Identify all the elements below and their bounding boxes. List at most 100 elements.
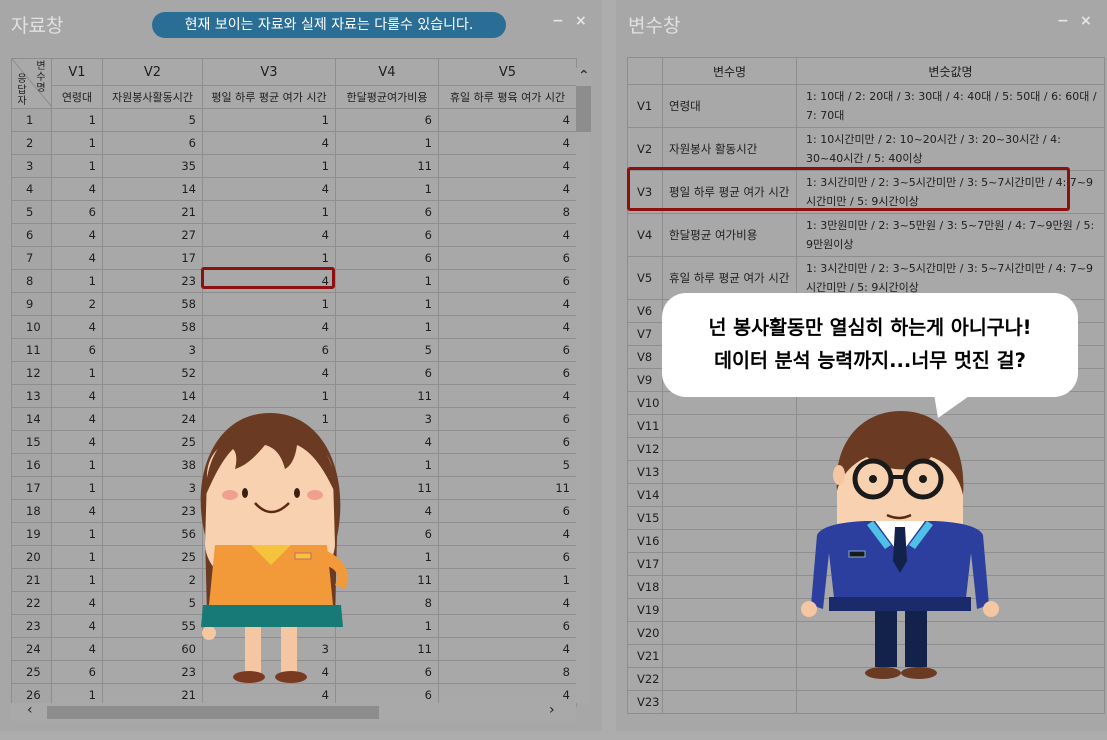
data-cell-v2[interactable]: 6	[102, 131, 203, 155]
variable-name[interactable]: 한달평균 여가비용	[662, 213, 797, 257]
column-header-v4[interactable]: V4	[335, 58, 439, 86]
data-cell-v5[interactable]: 4	[438, 131, 577, 155]
data-cell-v5[interactable]: 6	[438, 614, 577, 638]
variable-name[interactable]	[662, 552, 797, 576]
data-cell-v5[interactable]: 4	[438, 223, 577, 247]
data-cell-v5[interactable]: 4	[438, 292, 577, 316]
data-cell-v4[interactable]: 6	[335, 361, 439, 385]
data-cell-v1[interactable]: 1	[51, 131, 103, 155]
data-cell-v5[interactable]: 4	[438, 154, 577, 178]
variable-name[interactable]	[662, 460, 797, 484]
vertical-scrollbar[interactable]	[576, 68, 591, 703]
scroll-right-arrow-icon[interactable]: ›	[549, 702, 555, 718]
data-cell-v5[interactable]: 6	[438, 430, 577, 454]
data-cell-v5[interactable]: 6	[438, 499, 577, 523]
data-cell-v4[interactable]: 1	[335, 315, 439, 339]
variable-name[interactable]	[662, 621, 797, 645]
data-cell-v1[interactable]: 1	[51, 269, 103, 293]
data-cell-v2[interactable]: 58	[102, 315, 203, 339]
variable-name[interactable]	[662, 598, 797, 622]
horizontal-scroll-thumb[interactable]	[47, 706, 379, 719]
data-cell-v2[interactable]: 52	[102, 361, 203, 385]
horizontal-scrollbar[interactable]: ‹ ›	[11, 702, 576, 721]
variable-name[interactable]	[662, 575, 797, 599]
data-cell-v3[interactable]: 4	[202, 361, 336, 385]
data-cell-v5[interactable]: 4	[438, 384, 577, 408]
data-cell-v4[interactable]: 6	[335, 246, 439, 270]
data-cell-v3[interactable]: 6	[202, 338, 336, 362]
column-header-v1[interactable]: V1	[51, 58, 103, 86]
data-cell-v1[interactable]: 6	[51, 338, 103, 362]
data-cell-v1[interactable]: 1	[51, 361, 103, 385]
data-cell-v1[interactable]: 4	[51, 637, 103, 661]
data-cell-v1[interactable]: 1	[51, 522, 103, 546]
data-cell-v3[interactable]: 4	[202, 223, 336, 247]
data-cell-v1[interactable]: 4	[51, 246, 103, 270]
data-cell-v4[interactable]: 6	[335, 108, 439, 132]
data-cell-v3[interactable]: 1	[202, 292, 336, 316]
data-cell-v5[interactable]: 6	[438, 361, 577, 385]
variable-name[interactable]	[662, 506, 797, 530]
data-cell-v1[interactable]: 6	[51, 200, 103, 224]
data-cell-v2[interactable]: 35	[102, 154, 203, 178]
variable-name[interactable]	[662, 529, 797, 553]
data-cell-v5[interactable]: 11	[438, 476, 577, 500]
data-cell-v1[interactable]: 1	[51, 453, 103, 477]
data-cell-v5[interactable]: 5	[438, 453, 577, 477]
data-cell-v5[interactable]: 4	[438, 108, 577, 132]
data-cell-v5[interactable]: 6	[438, 545, 577, 569]
data-cell-v5[interactable]: 6	[438, 246, 577, 270]
data-cell-v1[interactable]: 1	[51, 154, 103, 178]
data-cell-v2[interactable]: 17	[102, 246, 203, 270]
data-cell-v1[interactable]: 4	[51, 591, 103, 615]
data-cell-v1[interactable]: 6	[51, 660, 103, 684]
close-button[interactable]: ×	[575, 13, 587, 29]
variable-name[interactable]	[662, 437, 797, 461]
data-cell-v4[interactable]: 1	[335, 131, 439, 155]
data-cell-v1[interactable]: 4	[51, 614, 103, 638]
data-cell-v1[interactable]: 4	[51, 430, 103, 454]
data-cell-v1[interactable]: 4	[51, 407, 103, 431]
close-button[interactable]: ×	[1080, 13, 1092, 29]
variable-name[interactable]: 연령대	[662, 84, 797, 128]
data-cell-v2[interactable]: 14	[102, 177, 203, 201]
data-cell-v5[interactable]: 4	[438, 591, 577, 615]
data-cell-v1[interactable]: 1	[51, 568, 103, 592]
data-cell-v2[interactable]: 58	[102, 292, 203, 316]
data-cell-v4[interactable]: 1	[335, 177, 439, 201]
data-cell-v3[interactable]: 4	[202, 315, 336, 339]
data-cell-v2[interactable]: 27	[102, 223, 203, 247]
data-cell-v5[interactable]: 8	[438, 200, 577, 224]
data-cell-v1[interactable]: 1	[51, 545, 103, 569]
value-labels[interactable]: 1: 10시간미만 / 2: 10~20시간 / 3: 20~30시간 / 4:…	[796, 127, 1105, 171]
data-cell-v2[interactable]: 21	[102, 200, 203, 224]
variable-name[interactable]: 자원봉사 활동시간	[662, 127, 797, 171]
data-cell-v3[interactable]: 1	[202, 108, 336, 132]
variable-name[interactable]	[662, 414, 797, 438]
data-cell-v4[interactable]: 6	[335, 200, 439, 224]
data-cell-v5[interactable]: 6	[438, 338, 577, 362]
data-cell-v1[interactable]: 4	[51, 177, 103, 201]
minimize-button[interactable]: −	[1057, 13, 1069, 29]
column-header-v5[interactable]: V5	[438, 58, 577, 86]
data-cell-v5[interactable]: 1	[438, 568, 577, 592]
variable-name[interactable]	[662, 644, 797, 668]
data-cell-v3[interactable]: 4	[202, 131, 336, 155]
data-cell-v5[interactable]: 4	[438, 177, 577, 201]
value-labels[interactable]	[796, 690, 1105, 714]
variable-name[interactable]	[662, 483, 797, 507]
data-cell-v1[interactable]: 1	[51, 476, 103, 500]
data-cell-v4[interactable]: 11	[335, 154, 439, 178]
column-header-v3[interactable]: V3	[202, 58, 336, 86]
value-labels[interactable]: 1: 10대 / 2: 20대 / 3: 30대 / 4: 40대 / 5: 5…	[796, 84, 1105, 128]
data-cell-v5[interactable]: 6	[438, 407, 577, 431]
data-cell-v5[interactable]: 4	[438, 637, 577, 661]
variable-name[interactable]	[662, 690, 797, 714]
vertical-scroll-thumb[interactable]	[576, 86, 591, 132]
data-cell-v3[interactable]: 1	[202, 154, 336, 178]
data-cell-v5[interactable]: 6	[438, 269, 577, 293]
data-cell-v5[interactable]: 4	[438, 315, 577, 339]
data-cell-v1[interactable]: 4	[51, 223, 103, 247]
data-cell-v4[interactable]: 1	[335, 292, 439, 316]
column-header-v2[interactable]: V2	[102, 58, 203, 86]
